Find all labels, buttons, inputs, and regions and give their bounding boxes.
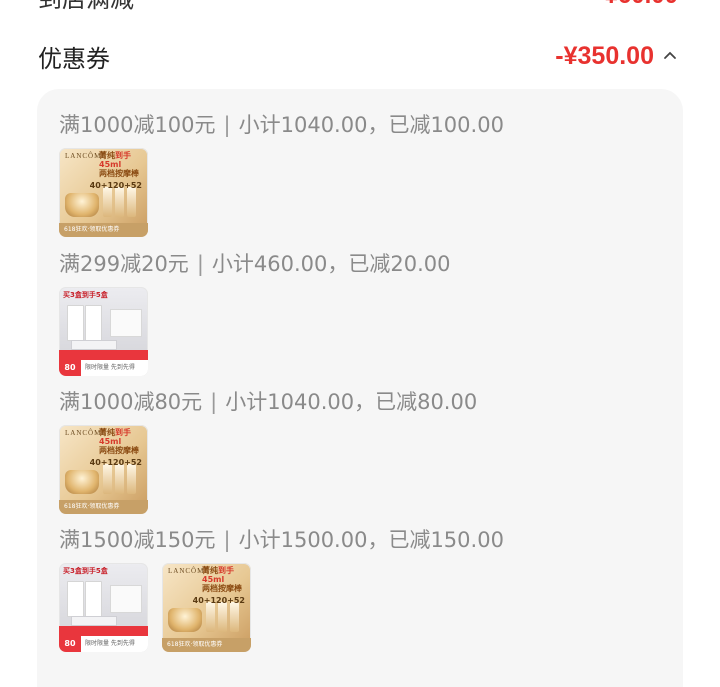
product-thumbnail-lancome[interactable]: LANCÔME 菁纯到手45ml 两档按摩棒 40+120+52 618狂欢·领取… xyxy=(59,148,148,237)
store-discount-row: 到店满减 -¥60.00 xyxy=(38,0,678,14)
coupon-rule: 满299减20元 xyxy=(59,252,189,276)
coupon-amount: -¥350.00 xyxy=(555,41,654,70)
coupon-group-1: 满1000减100元 | 小计1040.00，已减100.00 LANCÔME 菁纯… xyxy=(59,110,504,237)
coupon-rule: 满1500减150元 xyxy=(59,528,216,552)
coupon-group-4: 满1500减150元 | 小计1500.00，已减150.00 买3盒到手5盒 限时… xyxy=(59,525,504,652)
bottle-image xyxy=(115,464,124,494)
product-thumbnails: LANCÔME 菁纯到手45ml 两档按摩棒 40+120+52 618狂欢·领取… xyxy=(59,148,504,237)
bottle-image xyxy=(103,187,112,217)
mask-sheet-image xyxy=(85,581,102,617)
promo-strip: 618狂欢·领取优惠券 xyxy=(59,223,148,237)
promo-offer: 40+120+52 xyxy=(89,458,142,467)
coupon-group-line: 满1000减80元 | 小计1040.00，已减80.00 xyxy=(59,387,477,417)
coupon-group-3: 满1000减80元 | 小计1040.00，已减80.00 LANCÔME 菁纯到手… xyxy=(59,387,477,514)
separator: | xyxy=(196,252,204,276)
bottle-image xyxy=(230,602,239,632)
product-box-image xyxy=(110,309,142,337)
coupon-summary: 小计1500.00，已减150.00 xyxy=(238,528,504,552)
coupon-rule: 满1000减80元 xyxy=(59,390,203,414)
bottle-image xyxy=(218,602,227,632)
coupon-group-2: 满299减20元 | 小计460.00，已减20.00 买3盒到手5盒 限时限量 先… xyxy=(59,249,451,376)
cream-jar-image xyxy=(65,470,99,494)
coupon-group-line: 满1500减150元 | 小计1500.00，已减150.00 xyxy=(59,525,504,555)
coupon-label: 优惠券 xyxy=(38,44,110,73)
coupon-summary: 小计1040.00，已减80.00 xyxy=(225,390,478,414)
promo-headline: 买3盒到手5盒 xyxy=(63,291,108,299)
cream-jar-image xyxy=(168,608,202,632)
promo-offer: 40+120+52 xyxy=(89,181,142,190)
price-tag: 80 xyxy=(59,636,81,652)
product-thumbnails: 买3盒到手5盒 限时限量 先到先得 80 xyxy=(59,287,451,376)
promo-band xyxy=(59,626,148,636)
bottle-image xyxy=(127,464,136,494)
product-thumbnail-mask[interactable]: 买3盒到手5盒 限时限量 先到先得 80 xyxy=(59,287,148,376)
price-tag: 80 xyxy=(59,360,81,376)
separator: | xyxy=(223,528,231,552)
product-thumbnails: 买3盒到手5盒 限时限量 先到先得 80 LANCÔME 菁纯到手45ml 两档按… xyxy=(59,563,504,652)
promo-headline: 菁纯到手45ml 两档按摩棒 xyxy=(99,428,139,455)
product-thumbnail-lancome[interactable]: LANCÔME 菁纯到手45ml 两档按摩棒 40+120+52 618狂欢·领取… xyxy=(59,425,148,514)
bottle-image xyxy=(115,187,124,217)
bottle-image xyxy=(103,464,112,494)
product-thumbnail-mask[interactable]: 买3盒到手5盒 限时限量 先到先得 80 xyxy=(59,563,148,652)
promo-headline: 买3盒到手5盒 xyxy=(63,567,108,575)
bottle-image xyxy=(206,602,215,632)
mask-sheet-image xyxy=(67,305,84,341)
coupon-summary: 小计1040.00，已减100.00 xyxy=(238,113,504,137)
promo-headline: 菁纯到手45ml 两档按摩棒 xyxy=(202,566,242,593)
product-thumbnails: LANCÔME 菁纯到手45ml 两档按摩棒 40+120+52 618狂欢·领取… xyxy=(59,425,477,514)
package-image xyxy=(71,616,117,626)
mask-sheet-image xyxy=(67,581,84,617)
promo-headline: 菁纯到手45ml 两档按摩棒 xyxy=(99,151,139,178)
separator: | xyxy=(210,390,218,414)
coupon-row[interactable]: 优惠券 -¥350.00 xyxy=(38,36,680,76)
promo-band xyxy=(59,350,148,360)
mask-sheet-image xyxy=(85,305,102,341)
coupon-rule: 满1000减100元 xyxy=(59,113,216,137)
product-box-image xyxy=(110,585,142,613)
product-thumbnail-lancome[interactable]: LANCÔME 菁纯到手45ml 两档按摩棒 40+120+52 618狂欢·领取… xyxy=(162,563,251,652)
store-discount-label: 到店满减 xyxy=(38,0,134,14)
store-discount-amount: -¥60.00 xyxy=(597,0,678,10)
separator: | xyxy=(223,113,231,137)
coupon-group-line: 满1000减100元 | 小计1040.00，已减100.00 xyxy=(59,110,504,140)
coupon-group-line: 满299减20元 | 小计460.00，已减20.00 xyxy=(59,249,451,279)
coupon-toggle[interactable]: -¥350.00 xyxy=(555,42,680,71)
bottle-image xyxy=(127,187,136,217)
coupon-summary: 小计460.00，已减20.00 xyxy=(211,252,451,276)
promo-offer: 40+120+52 xyxy=(192,596,245,605)
coupon-detail-panel: 满1000减100元 | 小计1040.00，已减100.00 LANCÔME 菁纯… xyxy=(37,89,683,687)
promo-strip: 618狂欢·领取优惠券 xyxy=(162,638,251,652)
cream-jar-image xyxy=(65,193,99,217)
promo-strip: 618狂欢·领取优惠券 xyxy=(59,500,148,514)
chevron-up-icon[interactable] xyxy=(660,46,680,66)
package-image xyxy=(71,340,117,350)
order-discount-card: 到店满减 -¥60.00 优惠券 -¥350.00 满1000减100元 | 小计1… xyxy=(0,0,720,687)
